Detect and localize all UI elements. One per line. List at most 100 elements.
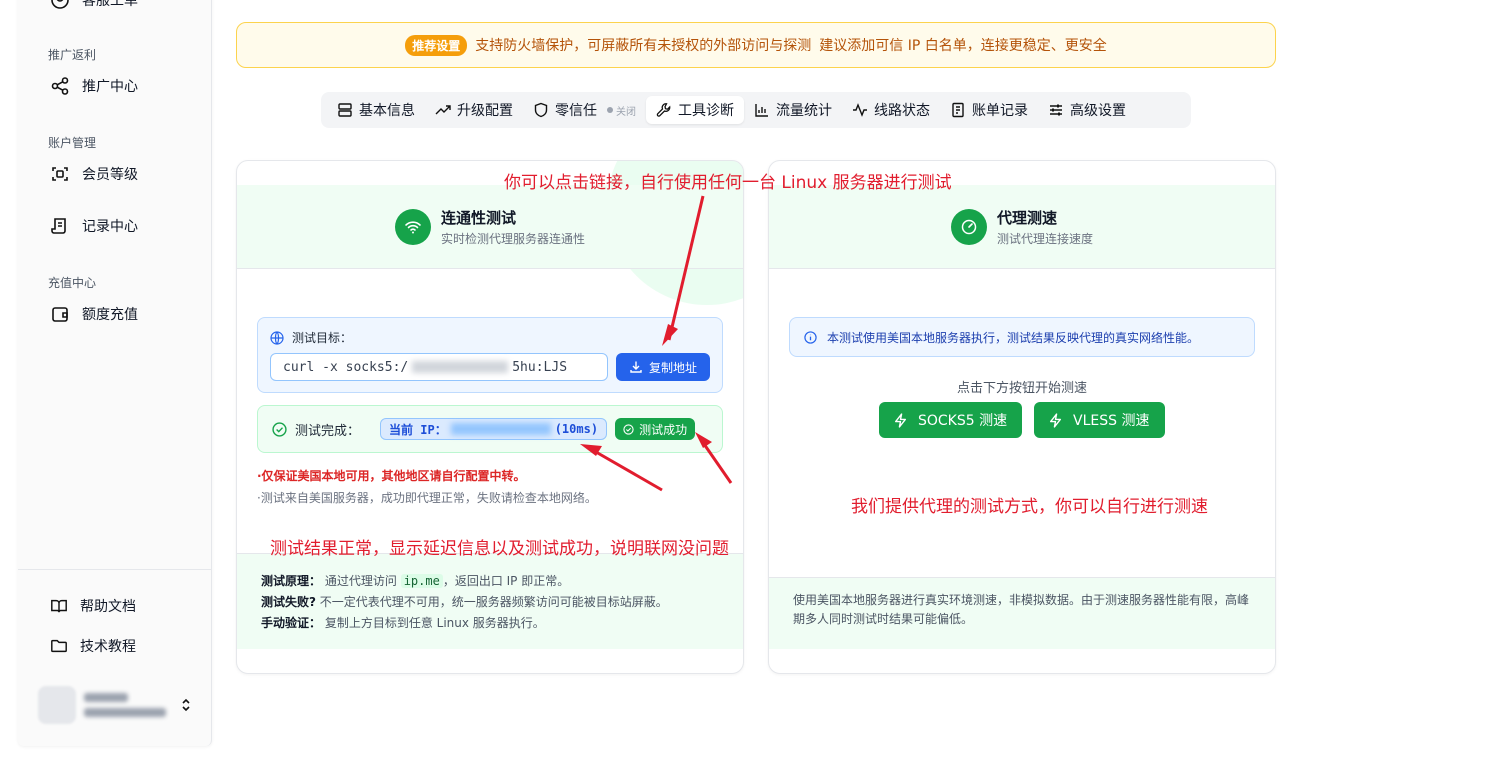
redacted-credentials: [412, 361, 509, 373]
speed-card-footer: 使用美国本地服务器进行真实环境测速，非模拟数据。由于测速服务器性能有限，高峰期多…: [769, 577, 1275, 649]
tab-diagnostics[interactable]: 工具诊断: [646, 96, 744, 124]
manual-label: 手动验证：: [261, 616, 322, 630]
annotation-right: 我们提供代理的测试方式，你可以自行进行测速: [851, 497, 1208, 517]
success-text: 测试成功: [639, 422, 688, 437]
manual-verify-line: 手动验证： 复制上方目标到任意 Linux 服务器执行。: [261, 613, 719, 634]
tab-label: 基本信息: [359, 103, 415, 119]
copy-address-button[interactable]: 复制地址: [616, 353, 710, 381]
sidebar-item-label: 额度充值: [82, 307, 138, 323]
recommend-badge: 推荐设置: [405, 34, 468, 56]
sidebar-item-tutorials[interactable]: 技术教程: [50, 632, 136, 660]
shield-icon: [534, 102, 548, 118]
zero-trust-status: 关闭: [607, 103, 636, 118]
globe-icon: [270, 330, 284, 345]
status-dot: [607, 107, 613, 113]
ip-prefix: 当前 IP：: [389, 422, 447, 437]
speed-prompt: 点击下方按钮开始测速: [956, 381, 1087, 396]
test-target-panel: 测试目标： curl -x socks5:/ 5hu:LJS 复制地址: [257, 317, 723, 393]
tab-label: 零信任: [555, 103, 597, 119]
speed-info-panel: 本测试使用美国本地服务器执行，测试结果反映代理的真实网络性能。: [789, 317, 1255, 357]
tab-advanced-settings[interactable]: 高级设置: [1038, 96, 1136, 124]
speed-info-text: 本测试使用美国本地服务器执行，测试结果反映代理的真实网络性能。: [827, 330, 1200, 345]
sidebar-item-recharge[interactable]: 额度充值: [50, 300, 138, 328]
card-title: 代理测速: [996, 208, 1057, 227]
test-success-badge: 测试成功: [615, 418, 696, 440]
tab-line-status[interactable]: 线路状态: [842, 96, 940, 124]
banner-suggestion[interactable]: 建议添加可信 IP 白名单，连接更稳定、更安全: [819, 35, 1106, 55]
socks5-button-label: SOCKS5 测速: [918, 413, 1008, 429]
sidebar-item-records[interactable]: 记录中心: [50, 212, 138, 240]
tab-label: 流量统计: [776, 103, 832, 119]
receipt-icon: [952, 102, 964, 118]
folder-icon: [51, 639, 67, 653]
annotation-bottom-left: 测试结果正常，显示延迟信息以及测试成功，说明联网没问题: [270, 539, 729, 559]
tab-label: 高级设置: [1070, 103, 1126, 119]
sidebar-item-promo-center[interactable]: 推广中心: [50, 72, 138, 100]
region-info-note: ·测试来自美国服务器，成功即代理正常，失败请检查本地网络。: [257, 491, 597, 505]
vless-button-label: VLESS 测速: [1073, 413, 1150, 429]
redacted-ip: [450, 423, 551, 435]
failure-line: 测试失败? 不一定代表代理不可用，统一服务器频繁访问可能被目标站屏蔽。: [261, 592, 719, 613]
sliders-icon: [1050, 104, 1062, 116]
activity-icon: [853, 103, 867, 117]
tab-zero-trust[interactable]: 零信任 关闭: [523, 96, 646, 124]
principle-text: 通过代理访问: [324, 574, 397, 588]
failure-label: 测试失败?: [261, 595, 316, 609]
user-circle-icon: [51, 0, 69, 9]
sidebar-item-support-ticket[interactable]: 客服工单: [50, 0, 138, 14]
card-title: 连通性测试: [440, 208, 516, 227]
tab-label: 线路状态: [874, 103, 930, 119]
user-menu[interactable]: [38, 680, 210, 730]
sidebar-item-membership[interactable]: 会员等级: [50, 160, 138, 188]
speed-card-header: 代理测速 测试代理连接速度: [769, 185, 1275, 269]
check-circle-icon: [623, 423, 634, 435]
vless-speed-button[interactable]: VLESS 测速: [1034, 402, 1165, 438]
test-result-panel: 测试完成： 当前 IP： (10ms) 测试成功: [257, 405, 723, 453]
scroll-icon: [51, 218, 66, 234]
card-subtitle: 实时检测代理服务器连通性: [440, 231, 585, 246]
target-command-prefix: curl -x socks5:/: [283, 359, 409, 375]
sidebar-item-label: 帮助文档: [80, 599, 136, 615]
check-circle-icon: [272, 421, 287, 437]
status-text: 关闭: [616, 106, 636, 118]
principle-code: ip.me: [400, 574, 443, 588]
tab-basic-info[interactable]: 基本信息: [327, 96, 425, 124]
test-target-label: 测试目标：: [270, 329, 352, 346]
sidebar-group-account: 账户管理: [48, 136, 97, 150]
chevron-up-down-icon: [182, 698, 190, 712]
card-subtitle: 测试代理连接速度: [996, 231, 1093, 246]
latency-value: (10ms): [554, 422, 599, 436]
current-ip-pill: 当前 IP： (10ms): [380, 418, 608, 440]
annotation-top: 你可以点击链接，自行使用任何一台 Linux 服务器进行测试: [504, 173, 952, 193]
share-icon: [51, 77, 69, 95]
banner-text: 支持防火墙保护，可屏蔽所有未授权的外部访问与探测: [475, 38, 812, 54]
sidebar-item-label: 记录中心: [82, 219, 138, 235]
connectivity-test-card: 连通性测试 实时检测代理服务器连通性 测试目标： curl -x socks5:…: [236, 160, 744, 674]
sidebar-item-label: 客服工单: [82, 0, 138, 9]
gauge-icon: [950, 208, 987, 245]
user-info-redacted: [84, 693, 166, 717]
tab-label: 账单记录: [972, 103, 1028, 119]
sidebar: 客服工单 推广返利 推广中心 账户管理 会员等级 记录中心 充值中心 额度充值 …: [18, 0, 212, 746]
target-command-suffix: 5hu:LJS: [512, 359, 568, 375]
socks5-speed-button[interactable]: SOCKS5 测速: [879, 402, 1022, 438]
sidebar-item-help-docs[interactable]: 帮助文档: [50, 592, 136, 620]
test-target-input[interactable]: curl -x socks5:/ 5hu:LJS: [270, 353, 608, 381]
trending-up-icon: [435, 105, 451, 115]
result-label: 测试完成：: [295, 423, 361, 439]
sidebar-item-label: 会员等级: [82, 167, 138, 183]
tab-label: 工具诊断: [678, 103, 734, 119]
copy-button-label: 复制地址: [648, 360, 697, 375]
tab-traffic-stats[interactable]: 流量统计: [744, 96, 842, 124]
sidebar-item-label: 技术教程: [80, 639, 136, 655]
principle-text-end: ，返回出口 IP 即正常。: [442, 574, 570, 588]
zap-icon: [894, 412, 907, 428]
tab-billing[interactable]: 账单记录: [940, 96, 1038, 124]
speed-test-card: 代理测速 测试代理连接速度 本测试使用美国本地服务器执行，测试结果反映代理的真实…: [768, 160, 1276, 674]
tab-upgrade[interactable]: 升级配置: [425, 96, 523, 124]
target-label-text: 测试目标：: [292, 331, 353, 345]
download-icon: [630, 361, 642, 373]
connectivity-card-footer: 测试原理： 通过代理访问 ip.me ，返回出口 IP 即正常。 测试失败? 不一…: [237, 553, 743, 649]
failure-text: 不一定代表代理不可用，统一服务器频繁访问可能被目标站屏蔽。: [319, 595, 668, 609]
avatar: [38, 686, 76, 724]
